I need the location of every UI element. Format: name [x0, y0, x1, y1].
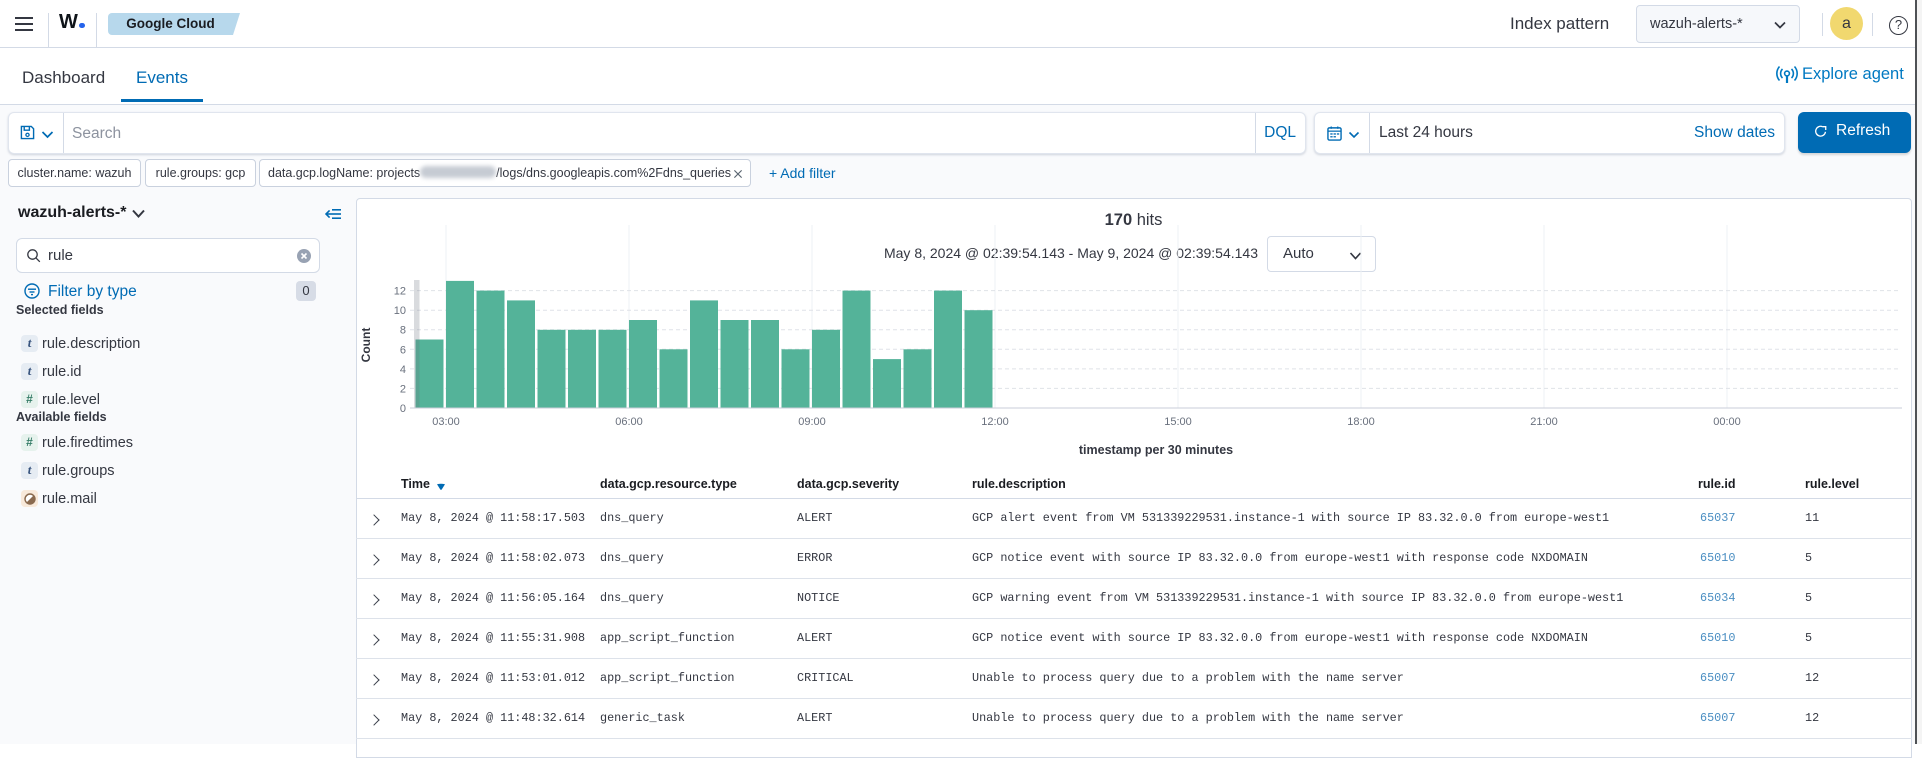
svg-text:6: 6: [400, 344, 406, 356]
svg-text:03:00: 03:00: [432, 416, 460, 428]
svg-text:15:00: 15:00: [1164, 416, 1192, 428]
svg-text:09:00: 09:00: [798, 416, 826, 428]
svg-text:00:00: 00:00: [1713, 416, 1741, 428]
svg-text:12: 12: [394, 286, 406, 298]
svg-text:8: 8: [400, 325, 406, 337]
svg-text:06:00: 06:00: [615, 416, 643, 428]
svg-text:Count: Count: [359, 328, 373, 363]
svg-text:21:00: 21:00: [1530, 416, 1558, 428]
svg-text:10: 10: [394, 305, 406, 317]
svg-text:4: 4: [400, 364, 406, 376]
svg-text:2: 2: [400, 383, 406, 395]
svg-text:12:00: 12:00: [981, 416, 1009, 428]
svg-text:0: 0: [400, 403, 406, 415]
svg-text:18:00: 18:00: [1347, 416, 1375, 428]
